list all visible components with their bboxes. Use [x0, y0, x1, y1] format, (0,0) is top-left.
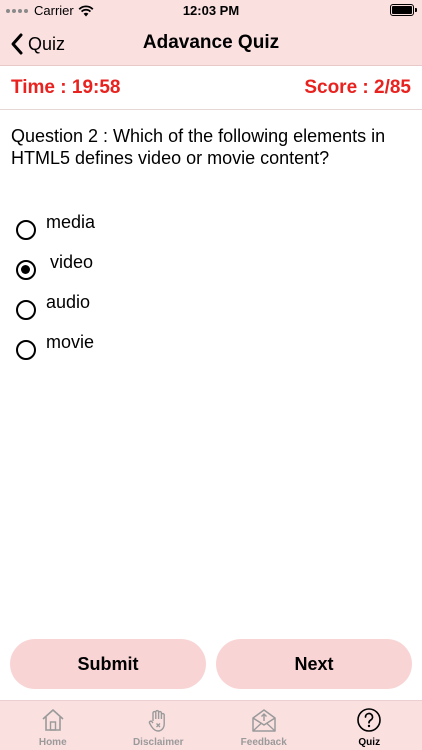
question-text: Question 2 : Which of the following elem… [11, 126, 386, 168]
option-movie[interactable]: movie [14, 328, 404, 368]
radio-button[interactable] [16, 340, 36, 360]
next-button[interactable]: Next [216, 639, 412, 689]
option-label: movie [46, 332, 95, 352]
option-label: video [50, 252, 94, 272]
radio-button[interactable] [16, 220, 36, 240]
radio-selected-dot [21, 265, 30, 274]
option-label: audio [46, 292, 91, 312]
score-text: Score : 2/85 [304, 77, 411, 98]
status-bar: Carrier 12:03 PM [0, 0, 422, 22]
tab-quiz[interactable]: Quiz [317, 701, 422, 750]
tab-bar: Home Disclaimer Feedback Quiz [0, 700, 422, 750]
page-title: Adavance Quiz [142, 32, 280, 53]
option-audio[interactable]: audio [14, 288, 404, 328]
quiz-header: Time : 19:58 Score : 2/85 [0, 66, 422, 110]
question-icon [357, 708, 382, 732]
tab-label: Home [38, 737, 67, 748]
tab-home[interactable]: Home [0, 701, 106, 750]
option-video[interactable]: video [14, 248, 404, 288]
tab-label: Disclaimer [132, 737, 184, 748]
status-time: 12:03 PM [182, 3, 240, 18]
timer-text: Time : 19:58 [11, 77, 121, 98]
tab-label: Feedback [240, 737, 287, 748]
radio-button[interactable] [16, 260, 36, 280]
option-label: media [46, 212, 96, 232]
radio-button[interactable] [16, 300, 36, 320]
envelope-icon [252, 709, 276, 732]
navigation-bar: Quiz Adavance Quiz [0, 22, 422, 66]
answer-options: media video audio movie [14, 208, 404, 368]
submit-button[interactable]: Submit [10, 639, 206, 689]
hand-icon [149, 709, 166, 732]
tab-feedback[interactable]: Feedback [211, 701, 317, 750]
option-media[interactable]: media [14, 208, 404, 248]
home-icon [42, 709, 64, 731]
tab-disclaimer[interactable]: Disclaimer [106, 701, 212, 750]
battery-icon [390, 4, 417, 16]
tab-label: Quiz [358, 737, 381, 748]
